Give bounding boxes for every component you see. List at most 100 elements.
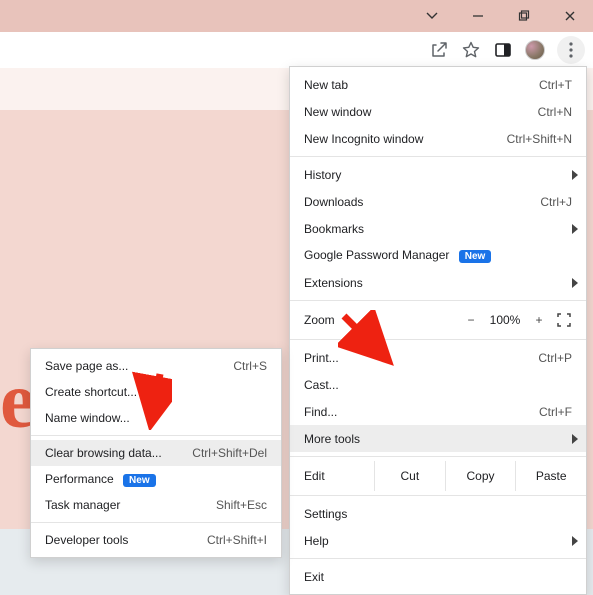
- submenu-arrow-icon: [572, 224, 578, 234]
- submenu-label: Name window...: [45, 411, 267, 425]
- submenu-save-page[interactable]: Save page as... Ctrl+S: [31, 353, 281, 379]
- menu-help[interactable]: Help: [290, 527, 586, 554]
- submenu-task-manager[interactable]: Task manager Shift+Esc: [31, 492, 281, 518]
- menu-label: New tab: [304, 78, 539, 92]
- close-icon: [564, 10, 576, 22]
- vertical-dots-icon: [569, 42, 573, 58]
- submenu-arrow-icon: [572, 434, 578, 444]
- bookmark-button[interactable]: [461, 40, 481, 60]
- new-badge: New: [459, 250, 492, 263]
- edit-copy-button[interactable]: Copy: [445, 461, 516, 491]
- submenu-name-window[interactable]: Name window...: [31, 405, 281, 431]
- fullscreen-icon: [557, 313, 571, 327]
- submenu-clear-browsing-data[interactable]: Clear browsing data... Ctrl+Shift+Del: [31, 440, 281, 466]
- menu-label: Exit: [304, 570, 572, 584]
- menu-history[interactable]: History: [290, 161, 586, 188]
- menu-settings[interactable]: Settings: [290, 500, 586, 527]
- menu-shortcut: Ctrl+F: [539, 405, 572, 419]
- menu-edit-row: Edit Cut Copy Paste: [290, 461, 586, 491]
- menu-separator: [290, 456, 586, 457]
- menu-extensions[interactable]: Extensions: [290, 269, 586, 296]
- menu-label: Find...: [304, 405, 539, 419]
- submenu-arrow-icon: [572, 170, 578, 180]
- menu-new-window[interactable]: New window Ctrl+N: [290, 98, 586, 125]
- menu-bookmarks[interactable]: Bookmarks: [290, 215, 586, 242]
- submenu-arrow-icon: [572, 278, 578, 288]
- menu-zoom-row: Zoom − 100% +: [290, 305, 586, 335]
- menu-label: Settings: [304, 507, 572, 521]
- submenu-create-shortcut[interactable]: Create shortcut...: [31, 379, 281, 405]
- menu-print[interactable]: Print... Ctrl+P: [290, 344, 586, 371]
- submenu-label-text: Performance: [45, 472, 114, 486]
- menu-separator: [290, 495, 586, 496]
- menu-shortcut: Ctrl+P: [538, 351, 572, 365]
- menu-shortcut: Ctrl+Shift+N: [507, 132, 572, 146]
- menu-separator: [290, 558, 586, 559]
- submenu-shortcut: Ctrl+Shift+I: [207, 533, 267, 547]
- submenu-separator: [31, 522, 281, 523]
- tab-search-button[interactable]: [409, 0, 455, 32]
- menu-label: Bookmarks: [304, 222, 572, 236]
- menu-new-tab[interactable]: New tab Ctrl+T: [290, 71, 586, 98]
- menu-label: Extensions: [304, 276, 572, 290]
- share-button[interactable]: [429, 40, 449, 60]
- submenu-shortcut: Shift+Esc: [216, 498, 267, 512]
- avatar-icon: [525, 40, 545, 60]
- menu-label: Downloads: [304, 195, 540, 209]
- side-panel-button[interactable]: [493, 40, 513, 60]
- menu-password-manager[interactable]: Google Password Manager New: [290, 242, 586, 269]
- menu-label-text: Google Password Manager: [304, 248, 449, 262]
- submenu-label: Clear browsing data...: [45, 446, 192, 460]
- menu-shortcut: Ctrl+T: [539, 78, 572, 92]
- menu-separator: [290, 300, 586, 301]
- submenu-label: Performance New: [45, 472, 267, 487]
- menu-shortcut: Ctrl+J: [540, 195, 572, 209]
- chevron-down-icon: [426, 10, 438, 22]
- edit-cut-button[interactable]: Cut: [374, 461, 445, 491]
- menu-label: History: [304, 168, 572, 182]
- minimize-icon: [472, 10, 484, 22]
- menu-label: New Incognito window: [304, 132, 507, 146]
- menu-exit[interactable]: Exit: [290, 563, 586, 590]
- submenu-shortcut: Ctrl+S: [233, 359, 267, 373]
- menu-label: More tools: [304, 432, 572, 446]
- menu-label: Google Password Manager New: [304, 248, 572, 263]
- zoom-label: Zoom: [304, 313, 374, 327]
- menu-downloads[interactable]: Downloads Ctrl+J: [290, 188, 586, 215]
- zoom-value: 100%: [484, 313, 526, 327]
- side-panel-icon: [494, 41, 512, 59]
- submenu-label: Task manager: [45, 498, 216, 512]
- fullscreen-button[interactable]: [552, 313, 576, 327]
- menu-separator: [290, 156, 586, 157]
- submenu-performance[interactable]: Performance New: [31, 466, 281, 492]
- submenu-label: Save page as...: [45, 359, 233, 373]
- edit-paste-button[interactable]: Paste: [515, 461, 586, 491]
- submenu-arrow-icon: [572, 536, 578, 546]
- submenu-shortcut: Ctrl+Shift+Del: [192, 446, 267, 460]
- menu-shortcut: Ctrl+N: [538, 105, 572, 119]
- menu-label: Cast...: [304, 378, 572, 392]
- more-tools-submenu: Save page as... Ctrl+S Create shortcut..…: [30, 348, 282, 558]
- star-icon: [462, 41, 480, 59]
- submenu-developer-tools[interactable]: Developer tools Ctrl+Shift+I: [31, 527, 281, 553]
- maximize-icon: [518, 10, 530, 22]
- new-badge: New: [123, 474, 156, 487]
- edit-label: Edit: [290, 469, 374, 483]
- minimize-button[interactable]: [455, 0, 501, 32]
- maximize-button[interactable]: [501, 0, 547, 32]
- submenu-label: Create shortcut...: [45, 385, 267, 399]
- menu-cast[interactable]: Cast...: [290, 371, 586, 398]
- menu-more-tools[interactable]: More tools: [290, 425, 586, 452]
- menu-label: Print...: [304, 351, 538, 365]
- menu-label: New window: [304, 105, 538, 119]
- zoom-out-button[interactable]: −: [458, 313, 484, 327]
- zoom-in-button[interactable]: +: [526, 313, 552, 327]
- menu-label: Help: [304, 534, 572, 548]
- menu-find[interactable]: Find... Ctrl+F: [290, 398, 586, 425]
- profile-button[interactable]: [525, 40, 545, 60]
- menu-new-incognito[interactable]: New Incognito window Ctrl+Shift+N: [290, 125, 586, 152]
- chrome-main-menu: New tab Ctrl+T New window Ctrl+N New Inc…: [289, 66, 587, 595]
- chrome-menu-button[interactable]: [557, 36, 585, 64]
- close-button[interactable]: [547, 0, 593, 32]
- share-icon: [430, 41, 448, 59]
